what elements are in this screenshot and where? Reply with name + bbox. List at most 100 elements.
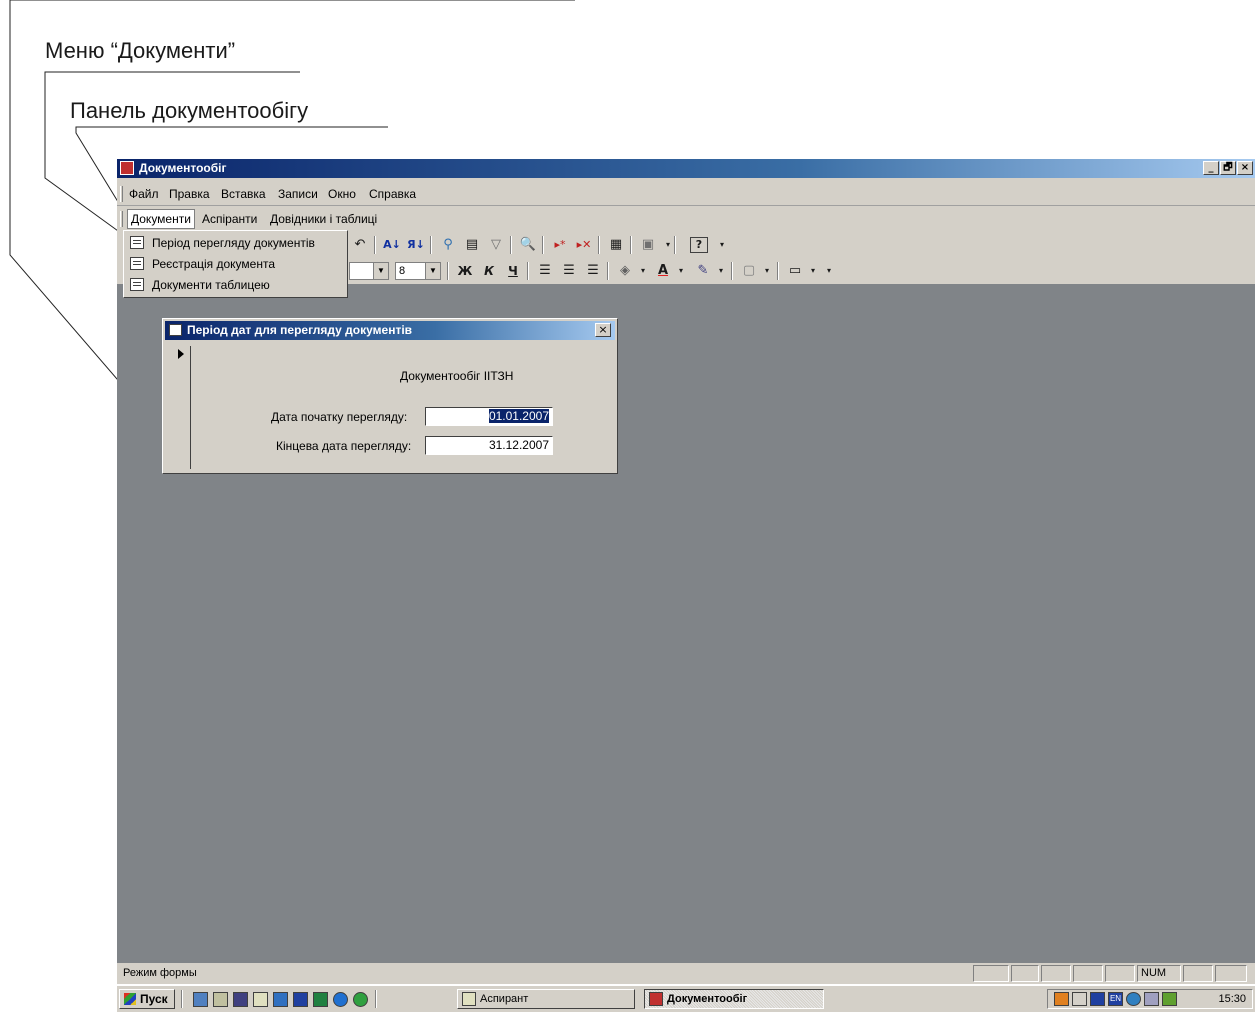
form-close-button[interactable]: × — [595, 323, 611, 337]
menu-item-label: Реєстрація документа — [152, 257, 275, 271]
status-panel — [1215, 965, 1247, 982]
toolbar-separator — [542, 236, 544, 254]
menu-item-register-document[interactable]: Реєстрація документа — [126, 254, 345, 274]
network-icon[interactable] — [1126, 992, 1141, 1006]
windows-taskbar: Пуск Аспирант Документообіг EN 15:30 — [117, 985, 1255, 1012]
font-size-combo[interactable]: 8 ▼ — [395, 262, 441, 280]
menubar-grip[interactable] — [120, 186, 123, 202]
search-icon[interactable] — [253, 992, 268, 1007]
status-panel — [1183, 965, 1213, 982]
font-size-value: 8 — [399, 265, 406, 277]
menu-file[interactable]: Файл — [129, 187, 159, 201]
line-color-icon[interactable]: ✎ — [693, 262, 713, 280]
tray-icon[interactable] — [1090, 992, 1105, 1006]
show-desktop-icon[interactable] — [193, 992, 208, 1007]
tray-icon[interactable] — [1162, 992, 1177, 1006]
filter-by-form-icon[interactable]: ▤ — [462, 236, 482, 254]
menu-records[interactable]: Записи — [278, 187, 318, 201]
toolbar-options-icon[interactable]: ▾ — [819, 262, 839, 280]
form-icon — [130, 278, 144, 291]
form-icon — [169, 324, 182, 336]
status-num-indicator: NUM — [1137, 965, 1181, 982]
bold-button[interactable]: Ж — [455, 262, 475, 280]
align-center-icon[interactable]: ☰ — [559, 262, 579, 280]
taskbar-separator — [375, 990, 377, 1008]
database-window-icon[interactable]: ▣ — [638, 236, 658, 254]
minimize-button[interactable]: _ — [1203, 161, 1219, 175]
quick-launch-icon[interactable] — [273, 992, 288, 1007]
status-panel — [973, 965, 1009, 982]
properties-icon[interactable]: ▦ — [606, 236, 626, 254]
chevron-down-icon[interactable]: ▾ — [671, 262, 691, 280]
menu-edit[interactable]: Правка — [169, 187, 210, 201]
new-record-icon[interactable]: ▸* — [550, 236, 570, 254]
toolbar-separator — [447, 262, 449, 280]
font-name-combo[interactable]: ▼ — [349, 262, 389, 280]
save-icon[interactable] — [233, 992, 248, 1007]
form-titlebar[interactable]: Період дат для перегляду документів × — [165, 321, 615, 340]
taskbar-task-documentoobig[interactable]: Документообіг — [644, 989, 824, 1009]
chevron-down-icon[interactable]: ▾ — [757, 262, 777, 280]
toolbar-separator — [731, 262, 733, 280]
chevron-down-icon: ▼ — [425, 263, 440, 279]
form-heading: Документообіг ІІТЗН — [400, 369, 514, 383]
menu-help[interactable]: Справка — [369, 187, 416, 201]
align-right-icon[interactable]: ☰ — [583, 262, 603, 280]
menu-item-label: Документи таблицею — [152, 278, 270, 292]
underline-button[interactable]: Ч — [503, 262, 523, 280]
access-app-icon — [649, 992, 663, 1006]
main-menubar: Файл Правка Вставка Записи Окно Справка — [117, 183, 1255, 206]
find-icon[interactable]: 🔍 — [518, 236, 538, 254]
quick-launch-icon[interactable] — [213, 992, 228, 1007]
special-effect-icon[interactable]: ▭ — [785, 262, 805, 280]
access-app-icon — [120, 161, 134, 175]
close-button[interactable]: × — [1237, 161, 1253, 175]
align-left-icon[interactable]: ☰ — [535, 262, 555, 280]
menu-directories-tables[interactable]: Довідники і таблиці — [270, 212, 377, 226]
tray-icon[interactable] — [1144, 992, 1159, 1006]
window-titlebar[interactable]: Документообіг _ 🗗 × — [117, 159, 1255, 178]
toolbar-separator — [598, 236, 600, 254]
italic-button[interactable]: К — [479, 262, 499, 280]
apply-filter-icon[interactable]: ▽ — [486, 236, 506, 254]
word-icon[interactable] — [293, 992, 308, 1007]
system-tray: EN 15:30 — [1047, 989, 1253, 1009]
filter-by-selection-icon[interactable]: ⚲ — [438, 236, 458, 254]
menu-postgraduates[interactable]: Аспіранти — [202, 212, 257, 226]
border-icon[interactable]: ▢ — [739, 262, 759, 280]
volume-icon[interactable] — [1072, 992, 1087, 1006]
start-button[interactable]: Пуск — [119, 989, 175, 1009]
chevron-down-icon[interactable]: ▾ — [711, 262, 731, 280]
globe-icon[interactable] — [353, 992, 368, 1007]
task-label: Документообіг — [667, 993, 748, 1005]
menu-item-documents-table[interactable]: Документи таблицею — [126, 275, 345, 295]
delete-record-icon[interactable]: ▸✕ — [574, 236, 594, 254]
documents-panel-grip[interactable] — [120, 211, 123, 227]
restore-button[interactable]: 🗗 — [1220, 161, 1236, 175]
chevron-down-icon[interactable]: ▾ — [633, 262, 653, 280]
undo-icon[interactable]: ↶ — [350, 236, 370, 254]
record-selector[interactable] — [173, 346, 191, 469]
sort-descending-icon[interactable]: Я↓ — [406, 236, 426, 254]
status-panel — [1073, 965, 1103, 982]
internet-explorer-icon[interactable] — [333, 992, 348, 1007]
status-panel — [1011, 965, 1039, 982]
menu-window[interactable]: Окно — [328, 187, 356, 201]
tray-icon[interactable] — [1054, 992, 1069, 1006]
end-date-field[interactable]: 31.12.2007 — [425, 436, 553, 455]
toolbar-options-icon[interactable]: ▾ — [712, 236, 732, 254]
excel-icon[interactable] — [313, 992, 328, 1007]
menu-documents[interactable]: Документи — [127, 209, 195, 229]
language-indicator[interactable]: EN — [1108, 992, 1123, 1006]
help-icon[interactable]: ? — [690, 237, 708, 253]
sort-ascending-icon[interactable]: A↓ — [382, 236, 402, 254]
menu-item-view-period[interactable]: Період перегляду документів — [126, 233, 345, 253]
start-date-field[interactable]: 01.01.2007 — [425, 407, 553, 426]
font-color-icon[interactable]: A — [653, 262, 673, 280]
date-period-form: Період дат для перегляду документів × До… — [162, 318, 618, 474]
start-date-label: Дата початку перегляду: — [271, 410, 408, 424]
menu-insert[interactable]: Вставка — [221, 187, 266, 201]
toolbar-separator — [777, 262, 779, 280]
taskbar-task-aspirant[interactable]: Аспирант — [457, 989, 635, 1009]
fill-color-icon[interactable]: ◈ — [615, 262, 635, 280]
